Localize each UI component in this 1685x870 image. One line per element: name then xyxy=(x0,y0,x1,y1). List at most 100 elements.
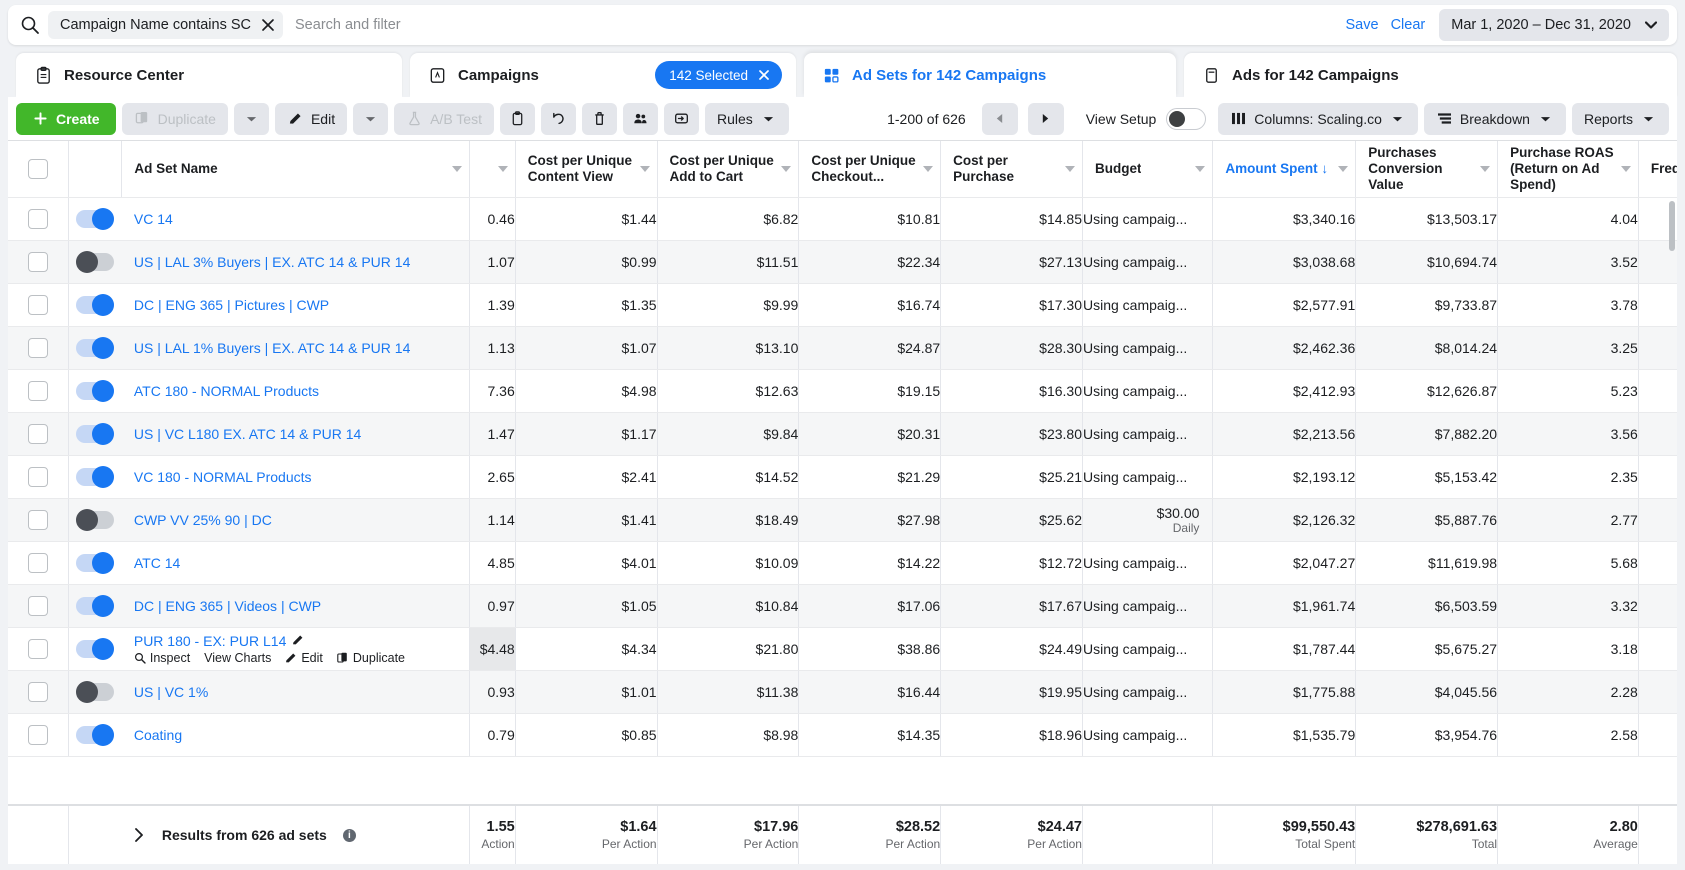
status-toggle[interactable] xyxy=(76,207,115,230)
table-row[interactable]: Coating 0.79 $0.85 $8.98 $14.35 $18.96 Using c… xyxy=(8,713,1677,757)
table-row[interactable]: US | LAL 1% Buyers | EX. ATC 14 & PUR 14… xyxy=(8,326,1677,370)
select-all-checkbox[interactable] xyxy=(27,158,48,179)
row-action-duplicate[interactable]: Duplicate xyxy=(337,651,405,665)
pencil-icon[interactable] xyxy=(292,634,305,647)
ad-set-name-link[interactable]: Coating xyxy=(134,727,182,743)
ad-set-name-link[interactable]: US | LAL 1% Buyers | EX. ATC 14 & PUR 14 xyxy=(134,340,411,356)
row-budget[interactable]: Using campaig... xyxy=(1082,369,1214,413)
tab-ads[interactable]: Ads for 142 Campaigns xyxy=(1184,53,1677,97)
chevron-down-icon[interactable] xyxy=(781,165,792,172)
row-budget[interactable]: Using campaig... xyxy=(1082,455,1214,499)
tab-campaigns[interactable]: Campaigns 142 Selected xyxy=(410,53,796,97)
row-checkbox[interactable] xyxy=(27,251,48,272)
status-toggle[interactable] xyxy=(76,336,115,359)
ad-set-name-link[interactable]: VC 180 - NORMAL Products xyxy=(134,469,312,485)
chevron-down-icon[interactable] xyxy=(639,165,650,172)
search-input[interactable]: Search and filter xyxy=(295,17,1346,33)
date-range-picker[interactable]: Mar 1, 2020 – Dec 31, 2020 xyxy=(1439,9,1669,41)
col-clipped-metric[interactable] xyxy=(469,141,516,198)
tab-resource-center[interactable]: Resource Center xyxy=(16,53,402,97)
reports-button[interactable]: Reports xyxy=(1571,102,1669,135)
close-icon[interactable] xyxy=(757,68,771,82)
table-row[interactable]: VC 180 - NORMAL Products 2.65 $2.41 $14.52 $… xyxy=(8,455,1677,499)
col-ad-set-name[interactable]: Ad Set Name xyxy=(121,141,471,198)
row-action-edit[interactable]: Edit xyxy=(285,651,323,665)
ab-test-button[interactable]: A/B Test xyxy=(394,102,494,135)
row-checkbox[interactable] xyxy=(27,208,48,229)
next-page-button[interactable] xyxy=(1027,102,1064,135)
row-budget[interactable]: Using campaig... xyxy=(1082,283,1214,327)
status-toggle[interactable] xyxy=(76,293,115,316)
duplicate-dropdown-button[interactable] xyxy=(233,102,269,135)
row-checkbox[interactable] xyxy=(27,294,48,315)
row-checkbox[interactable] xyxy=(27,466,48,487)
ad-set-name-link[interactable]: ATC 180 - NORMAL Products xyxy=(134,383,319,399)
row-budget[interactable]: Using campaig... xyxy=(1082,326,1214,370)
row-budget[interactable]: $30.00 Daily xyxy=(1082,498,1214,542)
table-row[interactable]: VC 14 0.46 $1.44 $6.82 $10.81 $14.85 Using cam… xyxy=(8,197,1677,241)
row-budget[interactable]: Using campaig... xyxy=(1082,584,1214,628)
col-purchase-roas[interactable]: Purchase ROAS (Return on Ad Spend) xyxy=(1497,141,1639,198)
chevron-down-icon[interactable] xyxy=(1480,165,1491,172)
status-toggle[interactable] xyxy=(76,508,115,531)
chevron-down-icon[interactable] xyxy=(497,165,508,172)
breakdown-button[interactable]: Breakdown xyxy=(1423,102,1566,135)
ad-set-name-link[interactable]: DC | ENG 365 | Videos | CWP xyxy=(134,598,321,614)
col-cost-per-unique-add-to-cart[interactable]: Cost per Unique Add to Cart xyxy=(657,141,800,198)
status-toggle[interactable] xyxy=(76,250,115,273)
view-setup-control[interactable]: View Setup xyxy=(1086,107,1207,130)
table-row[interactable]: PUR 180 - EX: PUR L14 Inspect View Charts E… xyxy=(8,627,1677,671)
preview-button[interactable] xyxy=(499,102,535,135)
table-row[interactable]: US | VC 1% 0.93 $1.01 $11.38 $16.44 $19.95 Usi… xyxy=(8,670,1677,714)
col-frequency[interactable]: Frequen xyxy=(1638,141,1677,198)
row-checkbox[interactable] xyxy=(27,724,48,745)
ad-set-name-link[interactable]: ATC 14 xyxy=(134,555,180,571)
ad-set-name-link[interactable]: VC 14 xyxy=(134,211,173,227)
clear-filter-button[interactable]: Clear xyxy=(1391,17,1426,33)
ad-set-name-link[interactable]: PUR 180 - EX: PUR L14 xyxy=(134,633,287,649)
col-cost-per-unique-content-view[interactable]: Cost per Unique Content View xyxy=(515,141,658,198)
save-filter-button[interactable]: Save xyxy=(1346,17,1379,33)
columns-button[interactable]: Columns: Scaling.co xyxy=(1218,102,1418,135)
edit-dropdown-button[interactable] xyxy=(353,102,389,135)
status-toggle[interactable] xyxy=(76,680,115,703)
row-action-inspect[interactable]: Inspect xyxy=(134,651,190,665)
chevron-down-icon[interactable] xyxy=(1620,165,1631,172)
ad-set-name-link[interactable]: US | VC 1% xyxy=(134,684,208,700)
row-budget[interactable]: Using campaig... xyxy=(1082,240,1214,284)
selected-count-badge[interactable]: 142 Selected xyxy=(655,61,782,89)
rules-button[interactable]: Rules xyxy=(704,102,789,135)
col-amount-spent[interactable]: Amount Spent ↓ xyxy=(1212,141,1357,198)
row-checkbox[interactable] xyxy=(27,380,48,401)
col-purchases-conversion-value[interactable]: Purchases Conversion Value xyxy=(1355,141,1499,198)
row-budget[interactable]: Using campaig... xyxy=(1082,541,1214,585)
status-toggle[interactable] xyxy=(76,379,115,402)
row-budget[interactable]: Using campaig... xyxy=(1082,197,1214,241)
row-checkbox[interactable] xyxy=(27,681,48,702)
table-row[interactable]: DC | ENG 365 | Pictures | CWP 1.39 $1.35 $9… xyxy=(8,283,1677,327)
chevron-down-icon[interactable] xyxy=(1064,165,1075,172)
delete-button[interactable] xyxy=(581,102,617,135)
row-budget[interactable]: Using campaig... xyxy=(1082,412,1214,456)
create-button[interactable]: Create xyxy=(16,102,116,135)
chevron-down-icon[interactable] xyxy=(923,165,934,172)
col-budget[interactable]: Budget xyxy=(1082,141,1214,198)
row-checkbox[interactable] xyxy=(27,423,48,444)
row-checkbox[interactable] xyxy=(27,638,48,659)
table-row[interactable]: US | VC L180 EX. ATC 14 & PUR 14 1.47 $1.1… xyxy=(8,412,1677,456)
table-row[interactable]: DC | ENG 365 | Videos | CWP 0.97 $1.05 $10.… xyxy=(8,584,1677,628)
row-budget[interactable]: Using campaig... xyxy=(1082,627,1214,671)
row-checkbox[interactable] xyxy=(27,509,48,530)
ad-set-name-link[interactable]: US | LAL 3% Buyers | EX. ATC 14 & PUR 14 xyxy=(134,254,411,270)
undo-button[interactable] xyxy=(540,102,576,135)
active-filter-chip[interactable]: Campaign Name contains SC xyxy=(48,11,284,39)
table-row[interactable]: ATC 14 4.85 $4.01 $10.09 $14.22 $12.72 Using c… xyxy=(8,541,1677,585)
row-checkbox[interactable] xyxy=(27,595,48,616)
col-cost-per-purchase[interactable]: Cost per Purchase xyxy=(940,141,1083,198)
status-toggle[interactable] xyxy=(76,594,115,617)
tab-ad-sets[interactable]: Ad Sets for 142 Campaigns xyxy=(804,53,1176,97)
status-toggle[interactable] xyxy=(76,637,115,660)
ad-set-name-link[interactable]: CWP VV 25% 90 | DC xyxy=(134,512,272,528)
row-action-view-charts[interactable]: View Charts xyxy=(204,651,271,665)
close-icon[interactable] xyxy=(259,16,277,34)
